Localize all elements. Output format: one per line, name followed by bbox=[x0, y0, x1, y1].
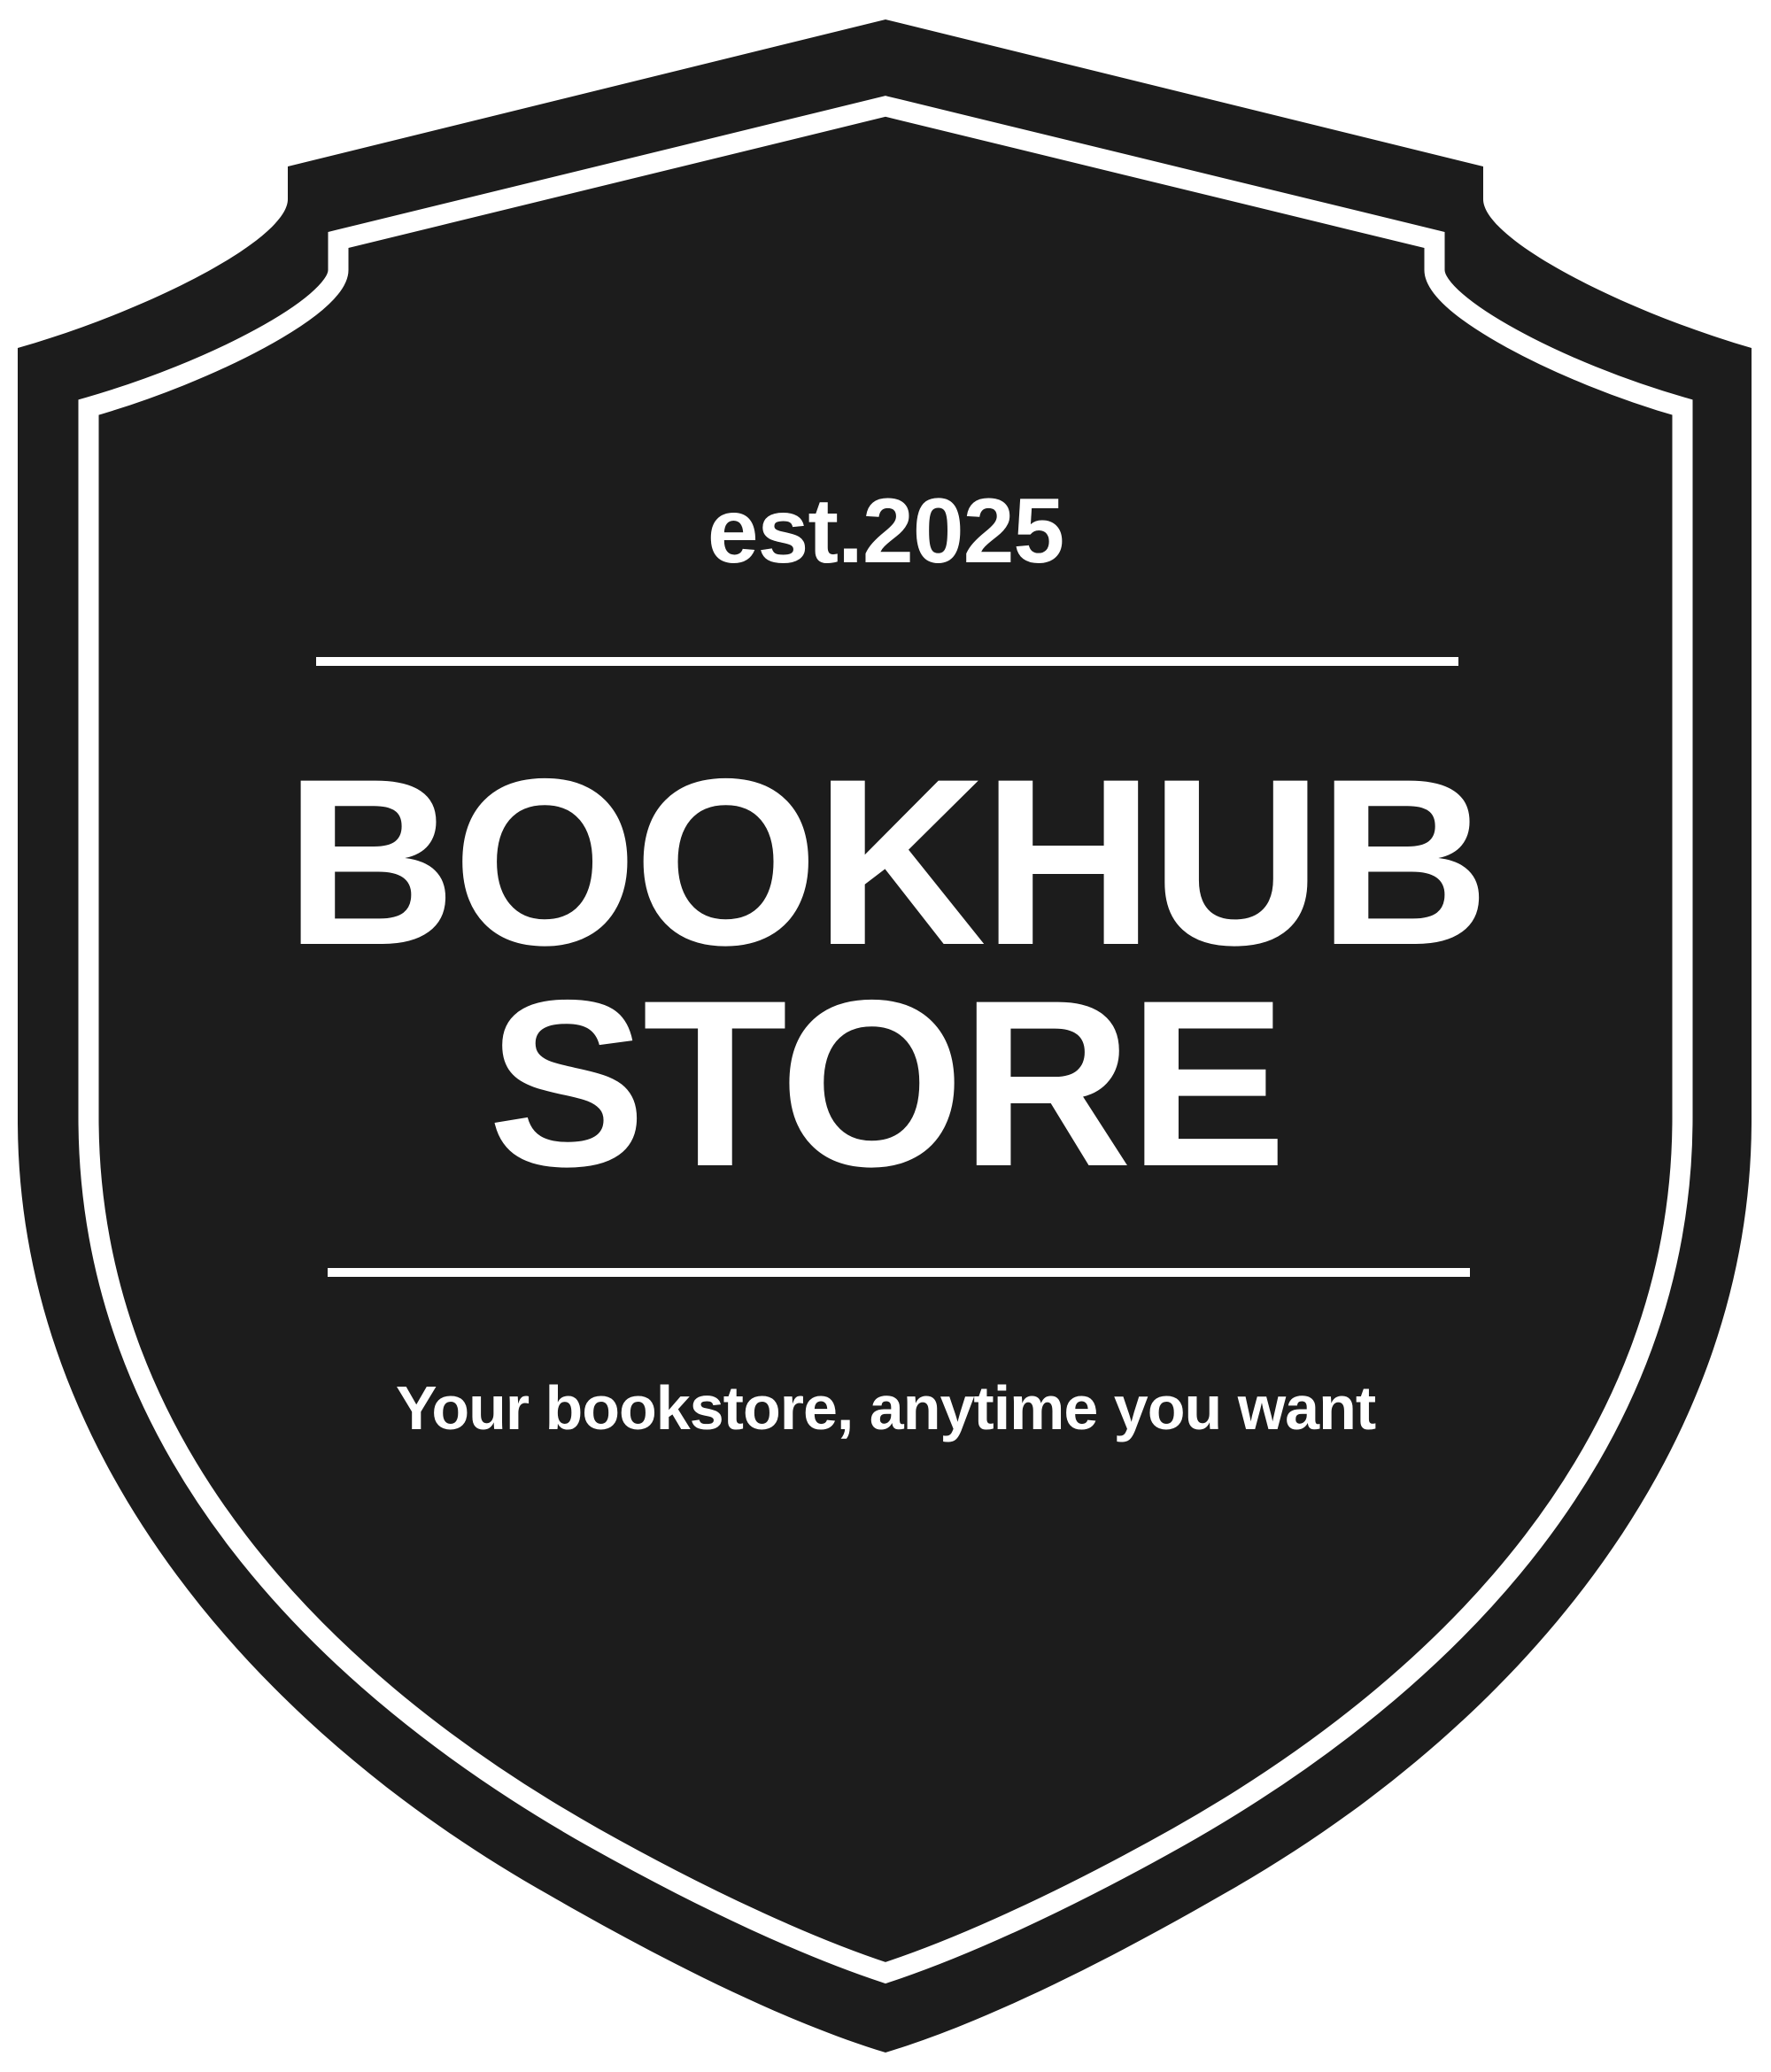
logo-badge: est.2025 BOOKHUB STORE Your bookstore, a… bbox=[0, 0, 1771, 2072]
established-year: est.2025 bbox=[707, 480, 1065, 583]
top-divider bbox=[316, 657, 1458, 666]
brand-title-line-1: BOOKHUB bbox=[284, 729, 1490, 994]
bottom-divider bbox=[328, 1268, 1470, 1277]
brand-title-line-2: STORE bbox=[487, 950, 1287, 1216]
brand-tagline: Your bookstore, anytime you want bbox=[395, 1373, 1376, 1442]
